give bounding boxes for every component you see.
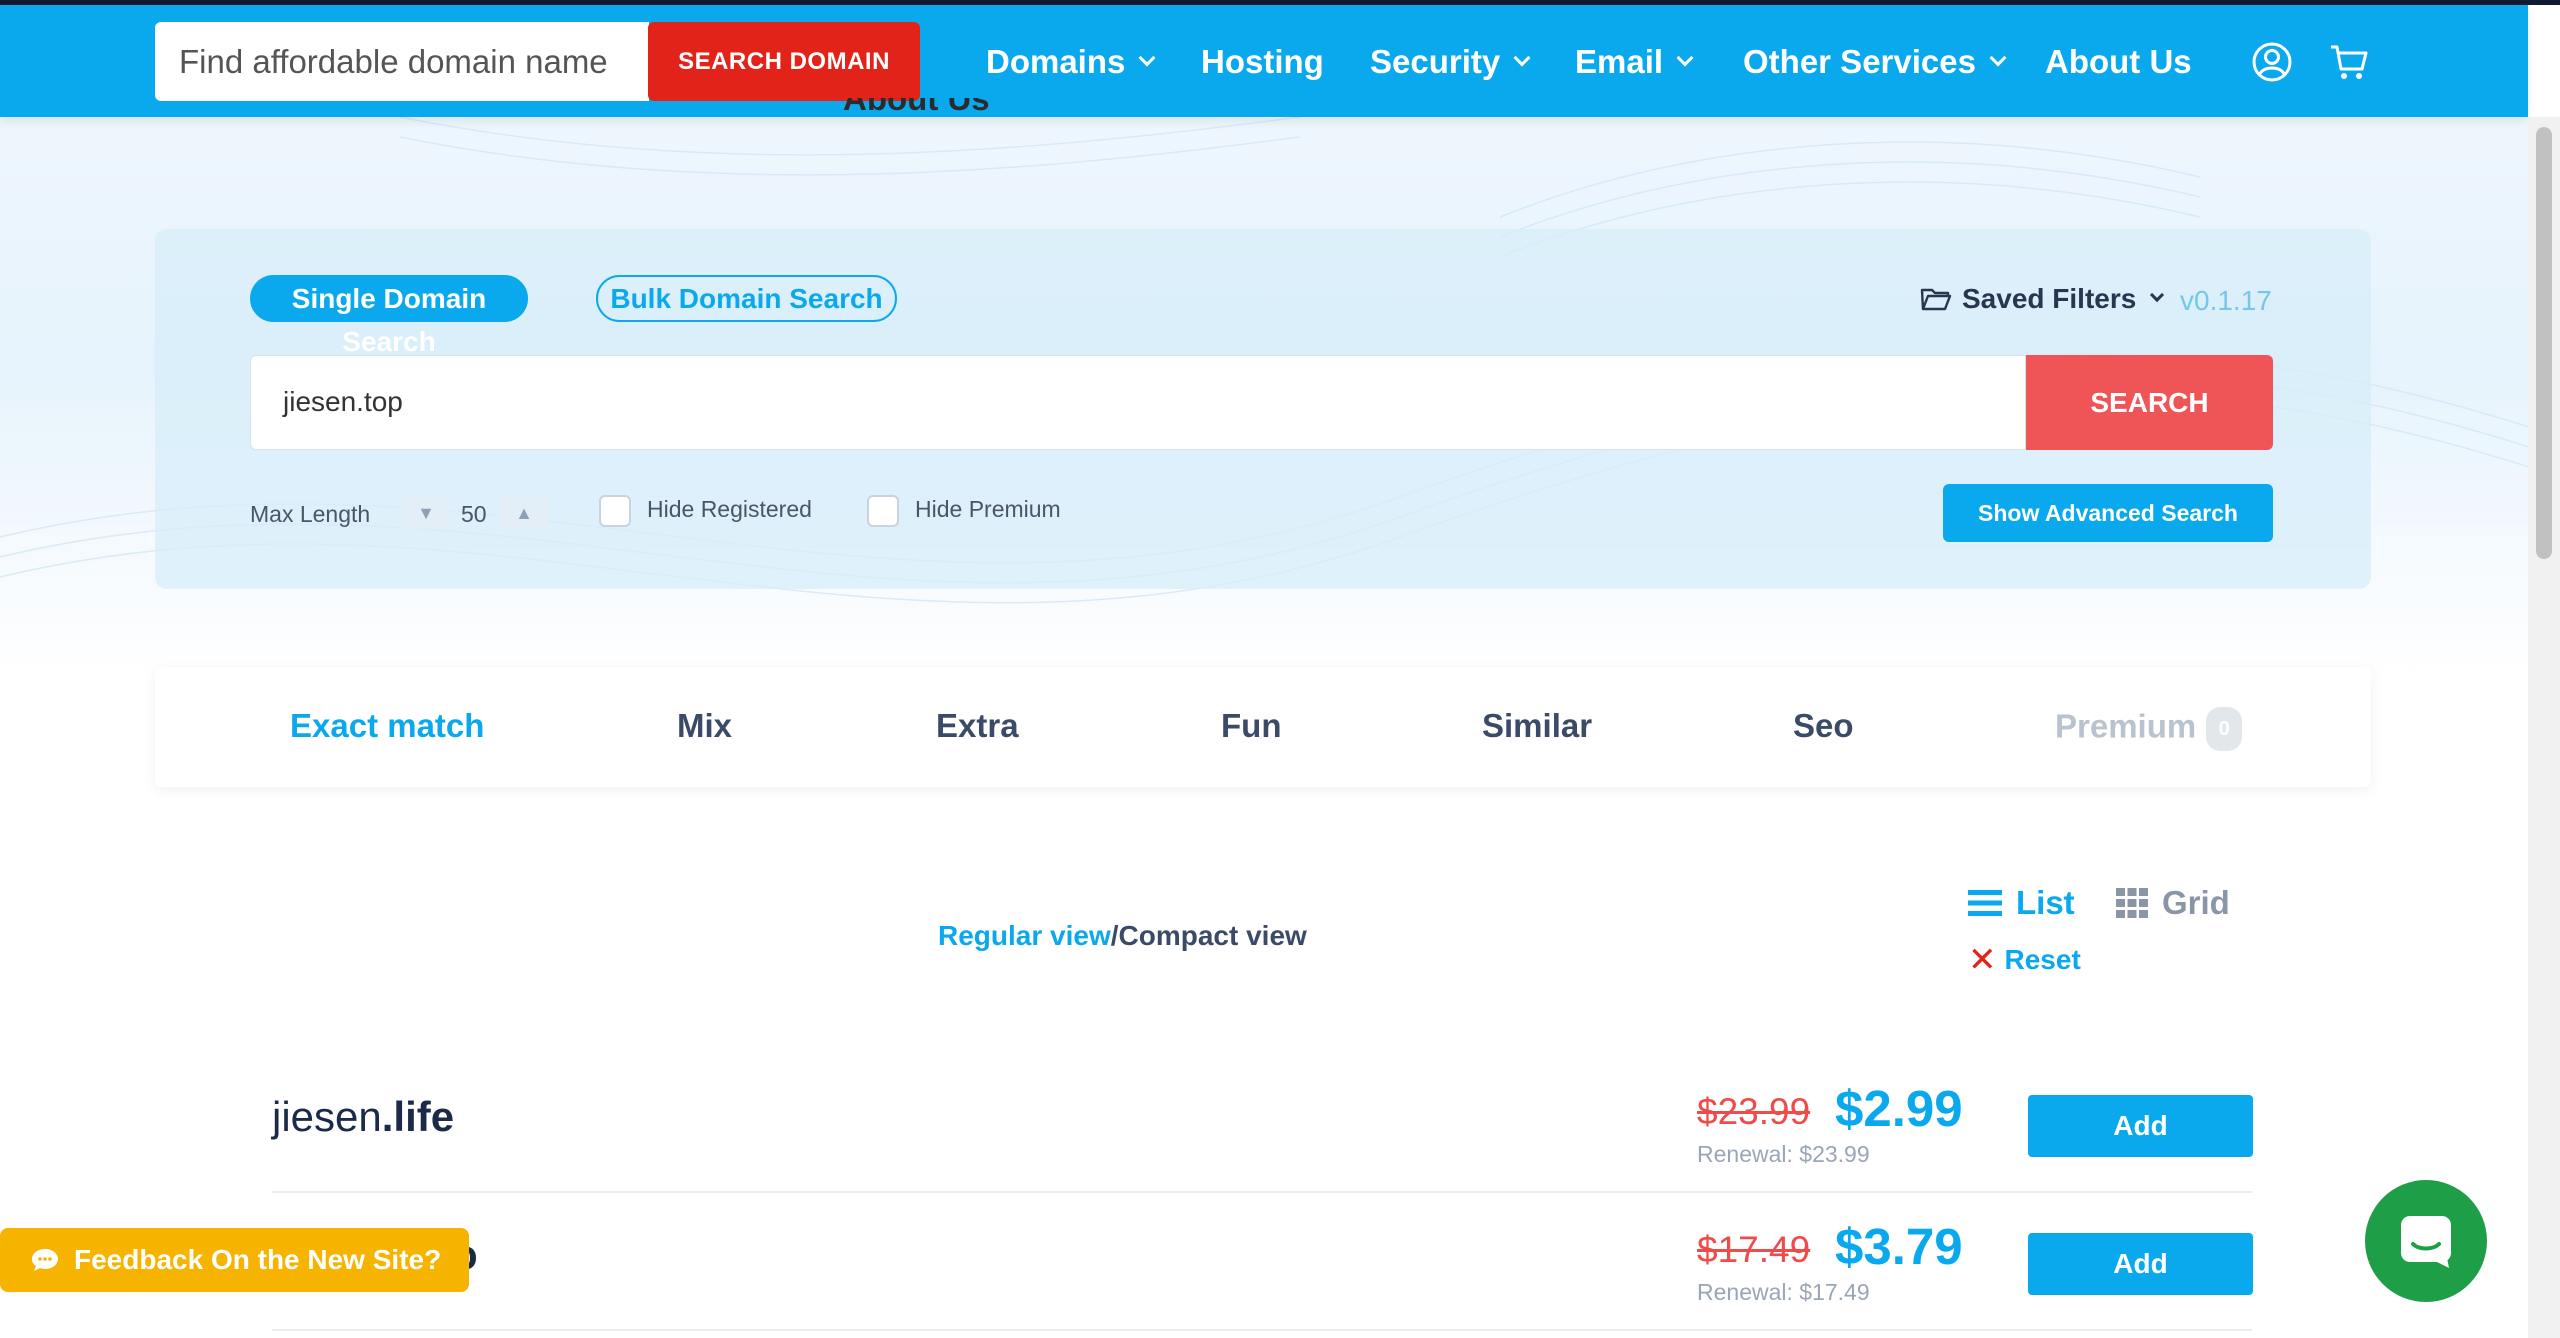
tab-fun[interactable]: Fun <box>1221 707 1281 745</box>
grid-view-label: Grid <box>2162 884 2230 921</box>
chevron-down-icon <box>2150 287 2165 303</box>
chat-widget-button[interactable] <box>2365 1180 2487 1302</box>
renewal-price: Renewal: $17.49 <box>1697 1279 1870 1305</box>
list-view-button[interactable]: List <box>1968 884 2075 922</box>
view-separator: / <box>1110 920 1119 951</box>
version-label: v0.1.17 <box>2180 285 2272 316</box>
add-to-cart-button[interactable]: Add <box>2028 1233 2253 1295</box>
add-to-cart-button[interactable]: Add <box>2028 1095 2253 1157</box>
domain-tld: .life <box>381 1093 455 1140</box>
scrollbar-thumb[interactable] <box>2536 127 2552 559</box>
search-button[interactable]: SEARCH <box>2026 355 2273 450</box>
nav-other-services[interactable]: Other Services <box>1743 43 2007 81</box>
saved-filters-dropdown[interactable]: Saved Filters <box>1920 283 2165 315</box>
folder-icon <box>1920 288 1952 311</box>
max-length-label: Max Length <box>250 501 371 527</box>
list-view-label: List <box>2016 884 2075 921</box>
comment-icon <box>32 1249 58 1271</box>
domain-query-input[interactable]: jiesen.top <box>250 355 2026 450</box>
tab-extra[interactable]: Extra <box>936 707 1019 745</box>
user-icon[interactable] <box>2251 41 2293 88</box>
nav-email-label: Email <box>1575 43 1664 80</box>
close-icon: ✕ <box>1968 941 1997 979</box>
hide-premium-label[interactable]: Hide Premium <box>915 496 1061 523</box>
domain-search-panel: Single Domain Search Bulk Domain Search … <box>155 229 2371 589</box>
nav-security-label: Security <box>1370 43 1501 80</box>
hide-registered-label[interactable]: Hide Registered <box>647 496 812 523</box>
ghost-about-label: About Us <box>843 98 990 117</box>
premium-count-badge: 0 <box>2206 707 2243 751</box>
nav-security[interactable]: Security <box>1370 43 1531 81</box>
view-toggle: Regular view/Compact view <box>938 920 1307 952</box>
chevron-down-icon <box>1676 49 1694 67</box>
regular-view-link[interactable]: Regular view <box>938 920 1111 951</box>
max-length-increase[interactable]: ▲ <box>500 497 548 529</box>
grid-icon <box>2116 888 2148 918</box>
search-domain-button[interactable]: SEARCH DOMAIN <box>648 22 920 101</box>
tab-premium-label: Premium <box>2055 707 2197 745</box>
hide-premium-checkbox[interactable] <box>867 495 899 527</box>
max-length-decrease[interactable]: ▼ <box>402 497 450 529</box>
current-price: $2.99 <box>1835 1080 1963 1137</box>
list-icon <box>1968 890 2002 916</box>
tab-premium[interactable]: Premium 0 <box>2055 707 2243 751</box>
tab-similar[interactable]: Similar <box>1482 707 1592 745</box>
compact-view-link[interactable]: Compact view <box>1119 920 1307 951</box>
result-row: jiesen.life $23.99 $2.99 Renewal: $23.99… <box>272 1055 2253 1193</box>
cart-icon[interactable] <box>2328 41 2370 88</box>
navbar: Find affordable domain name SEARCH DOMAI… <box>0 5 2528 117</box>
show-advanced-search-button[interactable]: Show Advanced Search <box>1943 484 2273 542</box>
domain-name[interactable]: jiesen.life <box>272 1093 454 1141</box>
nav-hosting[interactable]: Hosting <box>1201 43 1324 81</box>
nav-hosting-label: Hosting <box>1201 43 1324 80</box>
chevron-down-icon <box>1513 49 1531 67</box>
chevron-down-icon <box>1138 49 1156 67</box>
reset-label: Reset <box>2004 944 2081 975</box>
nav-domains[interactable]: Domains <box>986 43 1156 81</box>
max-length-value[interactable]: 50 <box>461 501 487 528</box>
nav-domains-label: Domains <box>986 43 1126 80</box>
chat-icon <box>2401 1216 2451 1268</box>
nav-about-us[interactable]: About Us <box>2045 43 2192 81</box>
old-price: $17.49 <box>1697 1229 1811 1270</box>
current-price: $3.79 <box>1835 1218 1963 1275</box>
reset-button[interactable]: ✕ Reset <box>1968 941 2081 979</box>
tab-seo[interactable]: Seo <box>1793 707 1854 745</box>
old-price: $23.99 <box>1697 1091 1811 1132</box>
result-row: o $17.49 $3.79 Renewal: $17.49 Add <box>272 1193 2253 1331</box>
hide-registered-checkbox[interactable] <box>599 495 631 527</box>
chevron-down-icon <box>1989 49 2007 67</box>
feedback-label: Feedback On the New Site? <box>74 1244 442 1275</box>
feedback-button[interactable]: Feedback On the New Site? <box>0 1228 469 1292</box>
nav-about-us-label: About Us <box>2045 43 2192 80</box>
result-tabs: Exact match Mix Extra Fun Similar Seo Pr… <box>155 667 2371 787</box>
saved-filters-label: Saved Filters <box>1962 283 2137 314</box>
domain-base: jiesen <box>272 1093 382 1140</box>
tab-exact-match[interactable]: Exact match <box>290 707 484 745</box>
grid-view-button[interactable]: Grid <box>2116 884 2230 922</box>
tab-single-domain-search[interactable]: Single Domain Search <box>250 275 528 357</box>
nav-email[interactable]: Email <box>1575 43 1694 81</box>
tab-bulk-domain-search[interactable]: Bulk Domain Search <box>596 275 897 322</box>
renewal-price: Renewal: $23.99 <box>1697 1141 1870 1167</box>
nav-other-services-label: Other Services <box>1743 43 1976 80</box>
tab-mix[interactable]: Mix <box>677 707 732 745</box>
domain-search-input[interactable]: Find affordable domain name <box>155 22 649 101</box>
